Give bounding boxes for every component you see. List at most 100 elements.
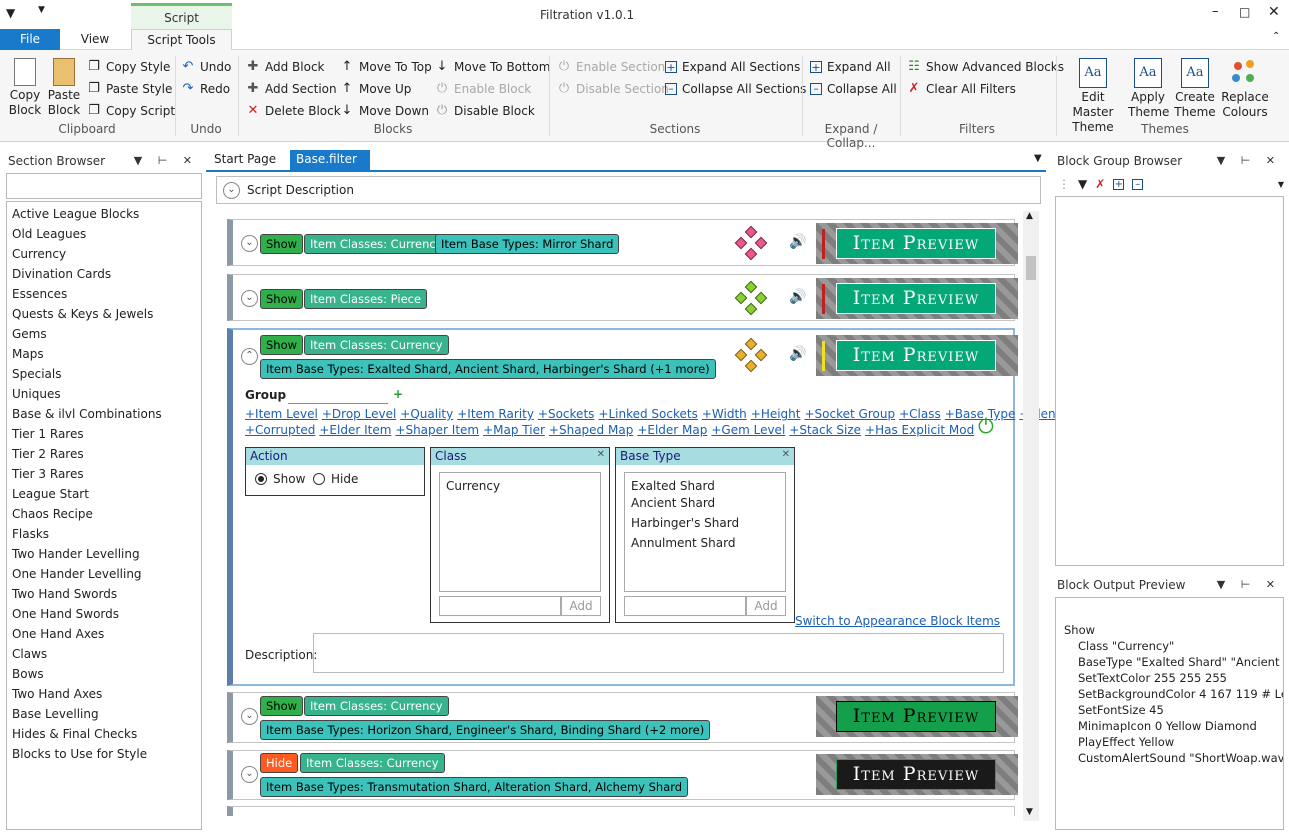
base-type-tag[interactable]: Item Base Types: Horizon Shard, Engineer… [260,720,711,740]
tab-file[interactable]: File [0,29,60,50]
base-type-tag[interactable]: Item Base Types: Transmutation Shard, Al… [260,777,689,797]
class-add-button[interactable]: Add [561,596,601,616]
add-condition-link[interactable]: +Stack Size [789,423,861,437]
show-radio[interactable]: Show [255,472,305,486]
close-icon[interactable]: ✕ [782,449,790,460]
overflow-icon[interactable]: ▼ [1278,180,1284,189]
action-tag[interactable]: Hide [260,753,299,773]
collapse-icon[interactable]: ⌃ [241,348,258,365]
clear-all-filters-button[interactable]: ✗ Clear All Filters [907,82,1016,97]
enable-section-button[interactable]: ⏻ Enable Section [557,60,665,75]
add-condition-link[interactable]: +Has Explicit Mod [865,423,974,437]
class-tag[interactable]: Item Classes: Piece [304,289,428,309]
action-tag[interactable]: Show [260,289,304,309]
add-block-button[interactable]: ✚ Add Block [246,60,325,75]
section-item[interactable]: Blocks to Use for Style [7,744,201,764]
section-item[interactable]: Tier 3 Rares [7,464,201,484]
item-preview[interactable]: Item Preview [816,335,1018,376]
add-condition-link[interactable]: +Height [751,407,801,421]
add-condition-link[interactable]: +Drop Level [322,407,396,421]
add-condition-link[interactable]: +Item Rarity [457,407,534,421]
paste-style-button[interactable]: ❐ Paste Style [87,82,172,97]
copy-style-button[interactable]: ❐ Copy Style [87,60,170,75]
section-item[interactable]: Base & ilvl Combinations [7,404,201,424]
sound-icon[interactable]: 🔊 [789,346,806,362]
action-tag[interactable]: Show [260,696,304,716]
close-icon[interactable]: ✕ [1268,4,1280,20]
section-item[interactable]: Claws [7,644,201,664]
class-tag[interactable]: Item Classes: Currency [300,753,445,773]
section-item[interactable]: Currency [7,244,201,264]
collapse-all-sections-button[interactable]: – Collapse All Sections [665,82,806,96]
disable-section-button[interactable]: ⏻ Disable Section [557,82,669,97]
copy-block-button[interactable]: Copy Block [6,58,44,118]
replace-colours-button[interactable]: Replace Colours [1220,58,1270,120]
panel-controls[interactable]: ▼ ⊢ ✕ [134,151,198,171]
add-condition-link[interactable]: +Map Tier [483,423,545,437]
item-preview[interactable]: Item Preview [816,754,1018,795]
section-item[interactable]: Gems [7,324,201,344]
tab-menu-icon[interactable]: ▼ [1034,153,1042,164]
list-item[interactable]: Harbinger's Shard [631,513,779,533]
class-tag[interactable]: Item Classes: Currency [304,696,449,716]
move-to-bottom-button[interactable]: ↓ Move To Bottom [435,60,551,75]
add-condition-link[interactable]: +Corrupted [245,423,315,437]
tab-start-page[interactable]: Start Page [208,150,282,170]
add-condition-link[interactable]: +Linked Sockets [598,407,697,421]
hide-radio[interactable]: Hide [313,472,358,486]
expand-all-sections-button[interactable]: + Expand All Sections [665,60,800,74]
section-item[interactable]: Two Hand Swords [7,584,201,604]
section-item[interactable]: Two Hander Levelling [7,544,201,564]
clear-filter-icon[interactable]: ✗ [1095,177,1105,191]
list-item[interactable]: Annulment Shard [631,533,779,553]
sound-icon[interactable]: 🔊 [789,234,806,250]
section-item[interactable]: Tier 1 Rares [7,424,201,444]
show-advanced-blocks-button[interactable]: ☷ Show Advanced Blocks [907,60,1064,75]
base-type-tag[interactable]: Item Base Types: Mirror Shard [435,234,620,254]
section-search-input[interactable] [6,173,202,199]
move-up-button[interactable]: ↑ Move Up [340,82,412,97]
minimize-icon[interactable]: – [1212,4,1219,19]
action-tag[interactable]: Show [260,234,304,254]
add-condition-link[interactable]: +Elder Item [319,423,391,437]
list-item[interactable]: Currency [446,479,594,493]
filter-icon[interactable]: ▼ [6,6,15,20]
section-item[interactable]: Old Leagues [7,224,201,244]
collapse-all-button[interactable]: – Collapse All [810,82,897,96]
add-condition-link[interactable]: +Quality [400,407,453,421]
panel-controls[interactable]: ▼ ⊢ ✕ [1217,151,1281,171]
power-icon[interactable]: ⏻ [978,414,994,438]
expand-all-button[interactable]: + Expand All [810,60,891,74]
scroll-up-icon[interactable]: ▲ [1026,211,1033,221]
action-tag[interactable]: Show [260,335,304,355]
section-item[interactable]: Quests & Keys & Jewels [7,304,201,324]
section-item[interactable]: One Hand Axes [7,624,201,644]
section-item[interactable]: One Hand Swords [7,604,201,624]
tab-base-filter[interactable]: Base.filter ✕ [290,150,370,185]
filter-block[interactable]: ⌄ Show Item Classes: Currency Item Base … [227,219,1018,266]
add-condition-link[interactable]: +Shaped Map [549,423,633,437]
section-item[interactable]: League Start [7,484,201,504]
add-condition-link[interactable]: +Shaper Item [395,423,479,437]
expand-icon[interactable]: ⌄ [241,766,258,783]
section-item[interactable]: One Hander Levelling [7,564,201,584]
section-item[interactable]: Uniques [7,384,201,404]
expand-icon[interactable]: + [1113,178,1125,190]
item-preview[interactable]: Item Preview [816,223,1018,264]
add-condition-link[interactable]: +Gem Level [711,423,785,437]
section-item[interactable]: Hides & Final Checks [7,724,201,744]
item-preview[interactable]: Item Preview [816,696,1018,737]
section-item[interactable]: Tier 2 Rares [7,444,201,464]
section-item[interactable]: Two Hand Axes [7,684,201,704]
base-type-tag[interactable]: Item Base Types: Exalted Shard, Ancient … [260,359,716,379]
disable-block-button[interactable]: ⏻ Disable Block [435,104,535,119]
section-item[interactable]: Flasks [7,524,201,544]
sound-icon[interactable]: 🔊 [789,289,806,305]
filter-block[interactable]: ⌄ Show Item Classes: Piece 🔊 Item Previe… [227,274,1018,321]
undo-button[interactable]: ↶ Undo [181,60,232,75]
quick-access-dropdown-icon[interactable]: ▼ [38,5,45,15]
move-down-button[interactable]: ↓ Move Down [340,104,429,119]
tab-script-tools[interactable]: Script Tools [131,29,232,51]
base-type-add-input[interactable] [624,596,746,616]
paste-block-button[interactable]: Paste Block [46,58,82,118]
